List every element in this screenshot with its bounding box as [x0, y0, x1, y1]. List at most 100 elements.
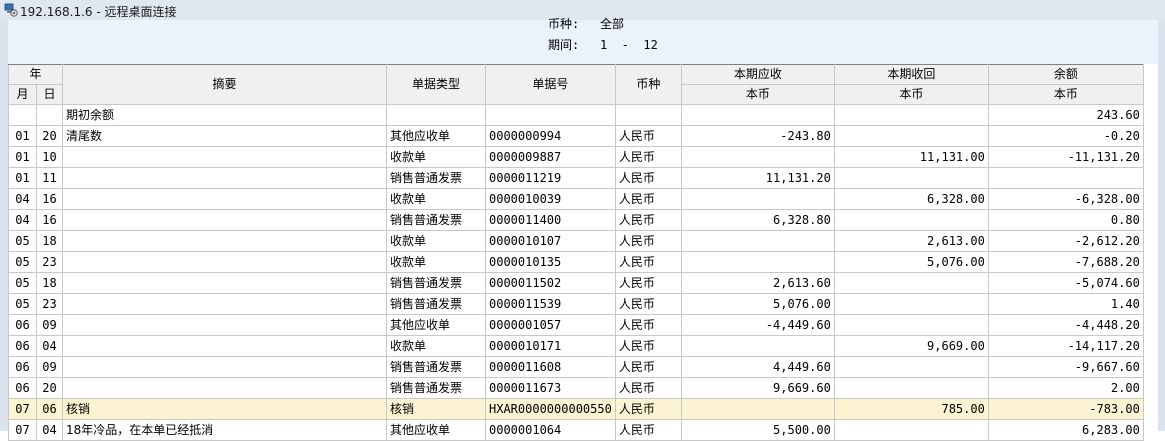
row-doc-type — [386, 104, 486, 126]
row-received — [833, 377, 989, 399]
row-received: 9,669.00 — [833, 335, 989, 357]
row-day: 20 — [36, 377, 63, 399]
table-row[interactable]: 07 04 18年冷品，在本单已经抵消 其他应收单 0000001064 人民币 5,500… — [8, 419, 1144, 441]
col-received[interactable]: 本期收回 — [833, 64, 989, 85]
currency-filter-value: 全部 — [600, 17, 625, 31]
row-received — [833, 356, 989, 378]
col-doc-type[interactable]: 单据类型 — [386, 64, 486, 105]
row-summary — [62, 251, 387, 273]
row-doc-no: 0000001064 — [485, 419, 616, 441]
row-day: 18 — [36, 230, 63, 252]
table-row[interactable]: 07 06 核销 核销 HXAR0000000000550 人民币 785.00 -783.0… — [8, 398, 1144, 420]
row-balance: -0.20 — [987, 125, 1144, 147]
row-balance: -4,448.20 — [987, 314, 1144, 336]
table-row[interactable]: 05 18 销售普通发票 0000011502 人民币 2,613.60 -5,074.60 — [8, 272, 1144, 294]
row-receivable: -4,449.60 — [680, 314, 835, 336]
row-doc-type: 其他应收单 — [386, 314, 486, 336]
col-received-local: 本币 — [833, 84, 989, 105]
row-currency: 人民币 — [614, 272, 682, 294]
col-summary[interactable]: 摘要 — [62, 64, 387, 105]
row-received — [833, 293, 989, 315]
row-balance: -5,074.60 — [987, 272, 1144, 294]
row-receivable — [680, 398, 835, 420]
col-receivable-local: 本币 — [680, 84, 835, 105]
row-balance: 6,283.00 — [987, 419, 1144, 441]
row-doc-type: 收款单 — [386, 251, 486, 273]
row-currency: 人民币 — [614, 146, 682, 168]
col-day[interactable]: 日 — [36, 84, 63, 105]
row-received — [833, 419, 989, 441]
table-row[interactable]: 01 11 销售普通发票 0000011219 人民币 11,131.20 — [8, 167, 1144, 189]
period-filter: 期间: 1 - 12 — [548, 36, 658, 53]
row-summary — [62, 209, 387, 231]
row-currency: 人民币 — [614, 230, 682, 252]
row-doc-type: 销售普通发票 — [386, 272, 486, 294]
row-balance: -11,131.20 — [987, 146, 1144, 168]
row-doc-type: 销售普通发票 — [386, 209, 486, 231]
row-summary — [62, 377, 387, 399]
row-doc-type: 其他应收单 — [386, 125, 486, 147]
row-summary — [62, 167, 387, 189]
currency-filter-label: 币种: — [548, 17, 580, 31]
row-day: 23 — [36, 293, 63, 315]
row-month: 06 — [8, 314, 37, 336]
window-title: 192.168.1.6 - 远程桌面连接 — [20, 5, 177, 19]
row-received: 11,131.00 — [833, 146, 989, 168]
row-day: 23 — [36, 251, 63, 273]
row-day — [36, 104, 63, 126]
row-day: 09 — [36, 314, 63, 336]
table-row[interactable]: 01 10 收款单 0000009887 人民币 11,131.00 -11,131.20 — [8, 146, 1144, 168]
row-received — [833, 209, 989, 231]
row-receivable — [680, 104, 835, 126]
table-row[interactable]: 06 09 其他应收单 0000001057 人民币 -4,449.60 -4,448.20 — [8, 314, 1144, 336]
ledger-table: 年 摘要 单据类型 单据号 币种 本期应收 本期收回 余额 月 日 本币 本币 … — [8, 64, 1144, 441]
row-currency: 人民币 — [614, 125, 682, 147]
row-month: 07 — [8, 419, 37, 441]
col-balance[interactable]: 余额 — [987, 64, 1144, 85]
row-balance: -7,688.20 — [987, 251, 1144, 273]
col-month[interactable]: 月 — [8, 84, 37, 105]
table-row[interactable]: 01 20 清尾数 其他应收单 0000000994 人民币 -243.80 -0.20 — [8, 125, 1144, 147]
row-receivable: -243.80 — [680, 125, 835, 147]
row-summary: 期初余额 — [62, 104, 387, 126]
table-row[interactable]: 06 09 销售普通发票 0000011608 人民币 4,449.60 -9,667.60 — [8, 356, 1144, 378]
col-currency[interactable]: 币种 — [614, 64, 682, 105]
row-receivable: 5,500.00 — [680, 419, 835, 441]
table-row[interactable]: 04 16 收款单 0000010039 人民币 6,328.00 -6,328.00 — [8, 188, 1144, 210]
row-receivable: 6,328.80 — [680, 209, 835, 231]
row-received: 6,328.00 — [833, 188, 989, 210]
col-receivable[interactable]: 本期应收 — [680, 64, 835, 85]
row-doc-no: HXAR0000000000550 — [485, 398, 616, 420]
col-doc-no[interactable]: 单据号 — [485, 64, 616, 105]
row-day: 04 — [36, 335, 63, 357]
table-row[interactable]: 05 23 收款单 0000010135 人民币 5,076.00 -7,688.20 — [8, 251, 1144, 273]
report-content: 币种: 全部 期间: 1 - 12 年 摘要 单据类型 单据号 币种 本期应收 本期… — [8, 17, 1158, 441]
row-balance: -14,117.20 — [987, 335, 1144, 357]
row-balance: 0.80 — [987, 209, 1144, 231]
row-currency: 人民币 — [614, 398, 682, 420]
row-month: 05 — [8, 230, 37, 252]
col-balance-local: 本币 — [987, 84, 1144, 105]
row-receivable: 5,076.00 — [680, 293, 835, 315]
table-row[interactable]: 期初余额 243.60 — [8, 104, 1144, 126]
row-doc-no: 0000010107 — [485, 230, 616, 252]
row-day: 11 — [36, 167, 63, 189]
row-doc-no: 0000011608 — [485, 356, 616, 378]
row-receivable — [680, 188, 835, 210]
table-row[interactable]: 05 23 销售普通发票 0000011539 人民币 5,076.00 1.40 — [8, 293, 1144, 315]
row-receivable: 9,669.60 — [680, 377, 835, 399]
row-receivable — [680, 251, 835, 273]
row-receivable: 11,131.20 — [680, 167, 835, 189]
row-day: 09 — [36, 356, 63, 378]
table-row[interactable]: 06 04 收款单 0000010171 人民币 9,669.00 -14,117.20 — [8, 335, 1144, 357]
row-doc-no: 0000011673 — [485, 377, 616, 399]
row-doc-no: 0000000994 — [485, 125, 616, 147]
table-row[interactable]: 05 18 收款单 0000010107 人民币 2,613.00 -2,612.20 — [8, 230, 1144, 252]
row-summary — [62, 188, 387, 210]
row-doc-type: 销售普通发票 — [386, 293, 486, 315]
table-row[interactable]: 06 20 销售普通发票 0000011673 人民币 9,669.60 2.00 — [8, 377, 1144, 399]
row-doc-no: 0000011539 — [485, 293, 616, 315]
table-row[interactable]: 04 16 销售普通发票 0000011400 人民币 6,328.80 0.80 — [8, 209, 1144, 231]
row-doc-no: 0000001057 — [485, 314, 616, 336]
row-balance: 1.40 — [987, 293, 1144, 315]
